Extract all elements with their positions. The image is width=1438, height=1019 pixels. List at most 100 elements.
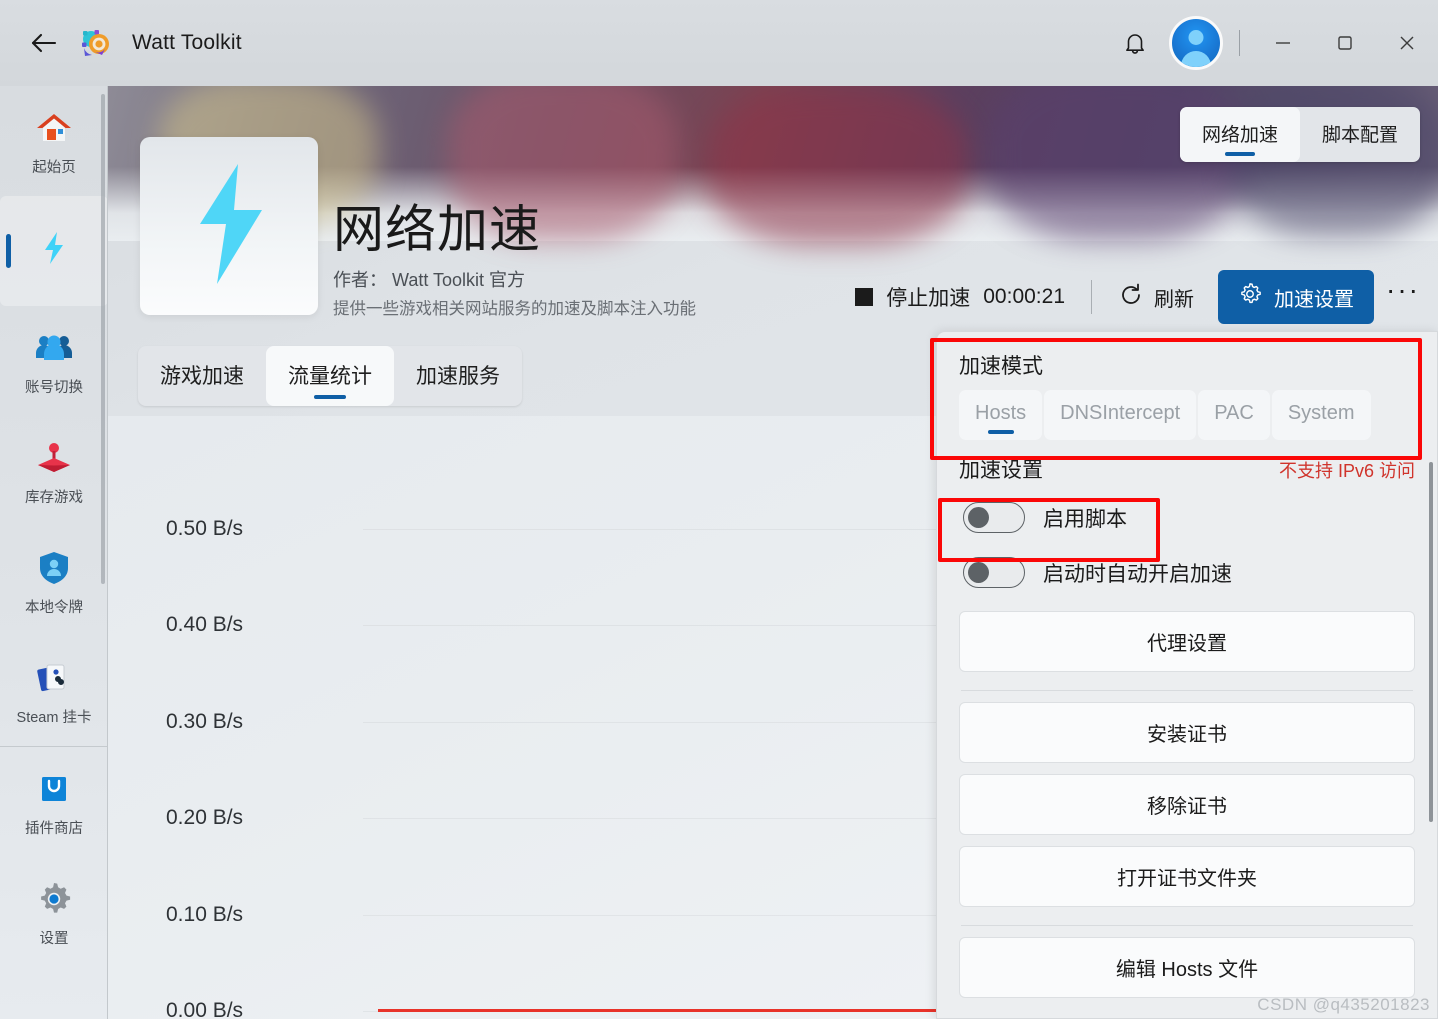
enable-script-row[interactable]: 启用脚本 xyxy=(959,490,1415,545)
auto-start-accel-label: 启动时自动开启加速 xyxy=(1043,562,1232,586)
tab-game-accel[interactable]: 游戏加速 xyxy=(138,346,266,406)
panel-scrollbar[interactable] xyxy=(1429,462,1433,822)
auto-start-accel-row[interactable]: 启动时自动开启加速 xyxy=(959,545,1415,600)
home-icon xyxy=(32,106,76,150)
sidebar-scrollbar[interactable] xyxy=(101,94,105,584)
sidebar-item-settings[interactable]: 设置 xyxy=(0,857,107,967)
chart-ytick-label: 0.30 B/s xyxy=(166,710,244,733)
chart-series-line xyxy=(378,1009,938,1012)
chart-ytick-label: 0.10 B/s xyxy=(166,903,244,926)
shield-person-icon xyxy=(32,546,76,590)
watt-toolkit-logo-icon xyxy=(76,24,114,62)
sidebar-item-steam-cards[interactable]: Steam 挂卡 xyxy=(0,636,107,746)
cards-icon xyxy=(32,656,76,700)
accel-mode-title: 加速模式 xyxy=(959,355,1043,378)
tab-script-config[interactable]: 脚本配置 xyxy=(1300,107,1420,162)
sidebar-item-label: 起始页 xyxy=(32,159,76,176)
mode-tab-pac[interactable]: PAC xyxy=(1198,390,1270,440)
sidebar-item-label: Steam 挂卡 xyxy=(16,709,92,726)
toggle-knob xyxy=(968,561,989,583)
sidebar-item-label: 本地令牌 xyxy=(25,599,83,616)
panel-content: 加速模式 Hosts DNSIntercept PAC System 加速设置 … xyxy=(937,332,1437,998)
mode-tab-system[interactable]: System xyxy=(1271,390,1371,440)
content-area: 网络加速 脚本配置 网络加速 作者： Watt Toolkit 官方 提供一些游… xyxy=(108,86,1438,1019)
accel-settings-panel: 加速模式 Hosts DNSIntercept PAC System 加速设置 … xyxy=(936,331,1438,1019)
notification-bell-icon[interactable] xyxy=(1107,15,1163,71)
user-avatar-icon[interactable] xyxy=(1169,16,1223,70)
lightning-bolt-icon xyxy=(174,158,284,295)
chart-gridline xyxy=(363,625,938,626)
sidebar-item-label: 设置 xyxy=(39,930,69,947)
toggle-knob xyxy=(968,506,989,528)
panel-divider xyxy=(961,690,1413,691)
titlebar-divider xyxy=(1239,30,1240,56)
joystick-icon xyxy=(32,436,76,480)
tab-traffic-stats[interactable]: 流量统计 xyxy=(266,346,394,406)
action-bar: 停止加速 00:00:21 刷新 加速设置 ··· xyxy=(845,270,1426,324)
gear-icon xyxy=(32,877,76,921)
banner-art-3 xyxy=(708,86,968,246)
install-cert-button[interactable]: 安装证书 xyxy=(959,702,1415,763)
gear-icon xyxy=(1238,282,1262,312)
tab-network-accel[interactable]: 网络加速 xyxy=(1179,107,1300,162)
action-divider xyxy=(1091,280,1092,314)
chart-ytick-label: 0.40 B/s xyxy=(166,613,244,636)
auto-start-accel-toggle[interactable] xyxy=(963,557,1025,588)
avatar-head xyxy=(1188,30,1204,45)
sidebar-item-library-games[interactable]: 库存游戏 xyxy=(0,416,107,526)
accel-settings-header-row: 加速设置 不支持 IPv6 访问 xyxy=(959,440,1415,490)
sidebar-item-network-accel[interactable] xyxy=(0,196,107,306)
sub-tab-group: 游戏加速 流量统计 加速服务 xyxy=(138,346,522,406)
title-bar: Watt Toolkit xyxy=(0,0,1438,86)
refresh-icon xyxy=(1118,282,1144,313)
proxy-settings-button[interactable]: 代理设置 xyxy=(959,611,1415,672)
page-tab-group: 网络加速 脚本配置 xyxy=(1179,107,1420,162)
edit-hosts-file-button[interactable]: 编辑 Hosts 文件 xyxy=(959,937,1415,998)
window-controls xyxy=(1107,0,1438,86)
sidebar-item-label: 插件商店 xyxy=(25,820,83,837)
people-icon xyxy=(32,326,76,370)
sidebar-item-label: 账号切换 xyxy=(25,379,83,396)
store-bag-icon xyxy=(32,767,76,811)
accel-settings-title: 加速设置 xyxy=(959,459,1043,482)
enable-script-label: 启用脚本 xyxy=(1043,507,1127,531)
page-author: 作者： Watt Toolkit 官方 xyxy=(333,269,526,290)
stop-square-icon xyxy=(855,288,874,306)
refresh-label: 刷新 xyxy=(1154,288,1194,311)
refresh-button[interactable]: 刷新 xyxy=(1108,274,1204,321)
chart-gridline xyxy=(363,818,938,819)
app-title: Watt Toolkit xyxy=(132,31,242,54)
mode-tab-hosts[interactable]: Hosts xyxy=(959,390,1043,440)
sidebar-item-account-switch[interactable]: 账号切换 xyxy=(0,306,107,416)
traffic-chart: 0.50 B/s 0.40 B/s 0.30 B/s 0.20 B/s 0.10… xyxy=(108,416,938,1019)
tab-accel-service[interactable]: 加速服务 xyxy=(394,346,522,406)
lightning-bolt-icon xyxy=(32,226,76,270)
more-options-button[interactable]: ··· xyxy=(1380,274,1426,319)
sidebar-item-home[interactable]: 起始页 xyxy=(0,86,107,196)
accel-settings-button[interactable]: 加速设置 xyxy=(1218,270,1374,324)
sidebar-item-plugin-store[interactable]: 插件商店 xyxy=(0,747,107,857)
page-description: 提供一些游戏相关网站服务的加速及脚本注入功能 xyxy=(333,299,696,318)
sidebar-item-local-token[interactable]: 本地令牌 xyxy=(0,526,107,636)
minimize-button[interactable] xyxy=(1252,16,1314,70)
chart-ytick-label: 0.20 B/s xyxy=(166,806,244,829)
enable-script-toggle[interactable] xyxy=(963,502,1025,533)
open-cert-folder-button[interactable]: 打开证书文件夹 xyxy=(959,846,1415,907)
sidebar: 起始页 账号切换 库存游戏 本地令牌 Steam 挂卡 插件商店 设置 xyxy=(0,86,108,1019)
ipv6-warning: 不支持 IPv6 访问 xyxy=(1278,461,1415,481)
close-button[interactable] xyxy=(1376,16,1438,70)
accel-settings-label: 加速设置 xyxy=(1274,288,1354,311)
remove-cert-button[interactable]: 移除证书 xyxy=(959,774,1415,835)
maximize-button[interactable] xyxy=(1314,16,1376,70)
panel-divider xyxy=(961,925,1413,926)
chart-gridline xyxy=(363,529,938,530)
chart-plot-area: 0.50 B/s 0.40 B/s 0.30 B/s 0.20 B/s 0.10… xyxy=(108,416,938,1019)
avatar-body xyxy=(1181,51,1211,67)
chart-gridline xyxy=(363,915,938,916)
back-arrow-icon[interactable] xyxy=(24,23,64,63)
stop-accel-label: 停止加速 xyxy=(886,287,971,310)
stop-accel-button[interactable]: 停止加速 00:00:21 xyxy=(845,274,1075,320)
chart-ytick-label: 0.50 B/s xyxy=(166,517,244,540)
accel-mode-tab-group: Hosts DNSIntercept PAC System xyxy=(959,390,1415,440)
mode-tab-dnsintercept[interactable]: DNSIntercept xyxy=(1044,390,1197,440)
